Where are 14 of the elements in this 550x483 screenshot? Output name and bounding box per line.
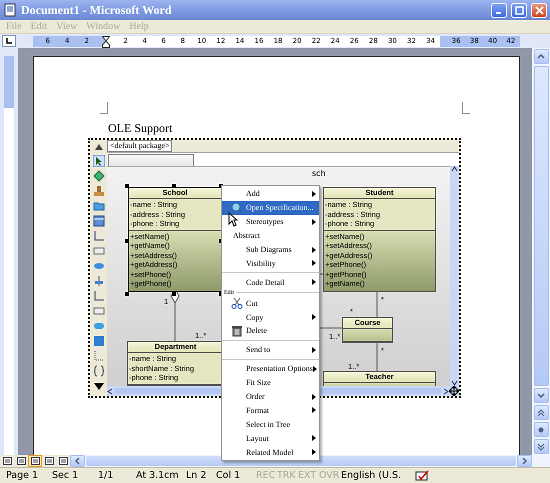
diagram-title: sch <box>312 169 326 178</box>
status-field: Page 1 <box>6 470 52 481</box>
status-field: Ln 2 <box>186 470 216 481</box>
status-field: REC <box>256 470 277 481</box>
status-field: OVR <box>319 470 341 481</box>
status-field: Sec 1 <box>52 470 98 481</box>
status-field: Col 1 <box>216 470 256 481</box>
status-field: EXT <box>298 470 319 481</box>
status-field: TRK <box>277 470 298 481</box>
document-text: OLE Support <box>108 121 174 136</box>
window-title: Document1 - Microsoft Word <box>21 2 173 18</box>
status-field: 1/1 <box>98 470 136 481</box>
status-field: At 3.1cm <box>136 470 186 481</box>
status-field: English (U.S. <box>341 470 405 481</box>
